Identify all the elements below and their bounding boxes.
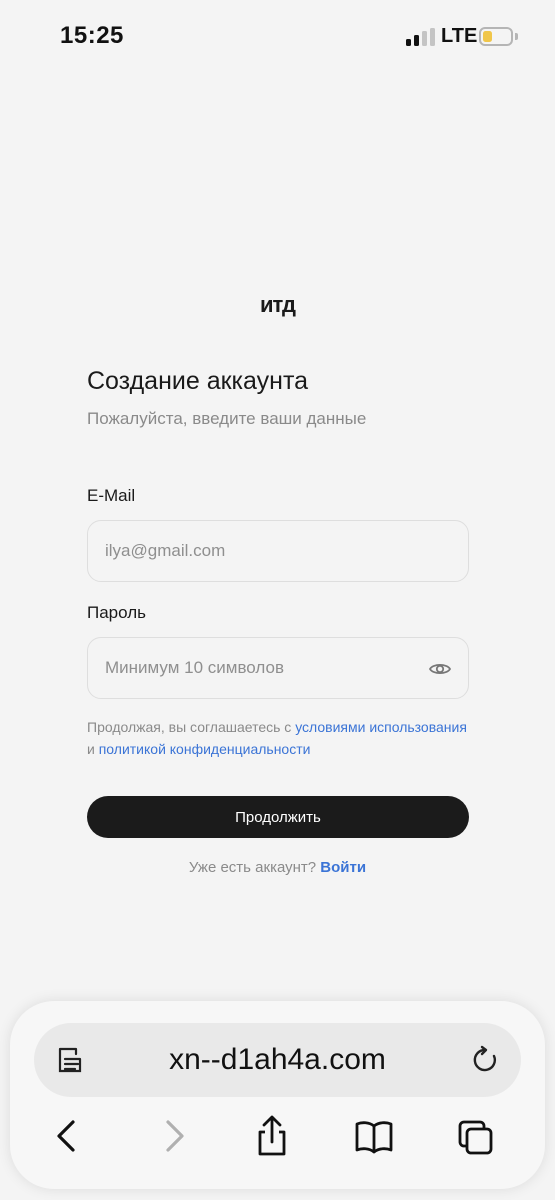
status-time: 15:25 (60, 22, 124, 49)
email-input[interactable] (105, 521, 405, 581)
continue-button[interactable]: Продолжить (87, 796, 469, 838)
terms-of-use-link[interactable]: условиями использования (295, 719, 467, 735)
show-password-eye-icon[interactable] (428, 657, 452, 681)
terms-and: и (87, 741, 99, 757)
login-prompt: Уже есть аккаунт? Войти (0, 859, 555, 876)
battery-icon (479, 27, 513, 46)
battery-cap (515, 33, 518, 40)
bookmarks-icon[interactable] (354, 1114, 394, 1158)
address-bar[interactable]: xn--d1ah4a.com (34, 1023, 521, 1097)
privacy-policy-link[interactable]: политикой конфиденциальности (99, 741, 311, 757)
network-type: LTE (441, 25, 478, 47)
page-title: Создание аккаунта (87, 367, 309, 395)
login-link[interactable]: Войти (320, 859, 366, 876)
email-label: E-Mail (87, 486, 136, 505)
url-text[interactable]: xn--d1ah4a.com (34, 1043, 521, 1077)
terms-prefix: Продолжая, вы соглашаетесь с (87, 719, 296, 735)
tabs-icon[interactable] (456, 1114, 496, 1158)
have-account-text: Уже есть аккаунт? (188, 859, 321, 876)
status-bar: 15:25 LTE (0, 0, 555, 75)
back-icon[interactable] (48, 1114, 88, 1158)
app-logo: итд (260, 292, 296, 317)
password-field[interactable] (87, 637, 469, 699)
forward-icon (166, 1120, 184, 1152)
signal-strength-icon (406, 28, 436, 46)
browser-toolbar: xn--d1ah4a.com (10, 1001, 545, 1189)
page-subtitle: Пожалуйста, введите ваши данные (87, 409, 367, 428)
terms-text: Продолжая, вы соглашаетесь с условиями и… (87, 716, 477, 760)
password-input[interactable] (105, 638, 405, 698)
password-label: Пароль (87, 603, 146, 622)
email-field[interactable] (87, 520, 469, 582)
share-icon[interactable] (252, 1114, 292, 1158)
reload-icon[interactable] (469, 1044, 501, 1076)
